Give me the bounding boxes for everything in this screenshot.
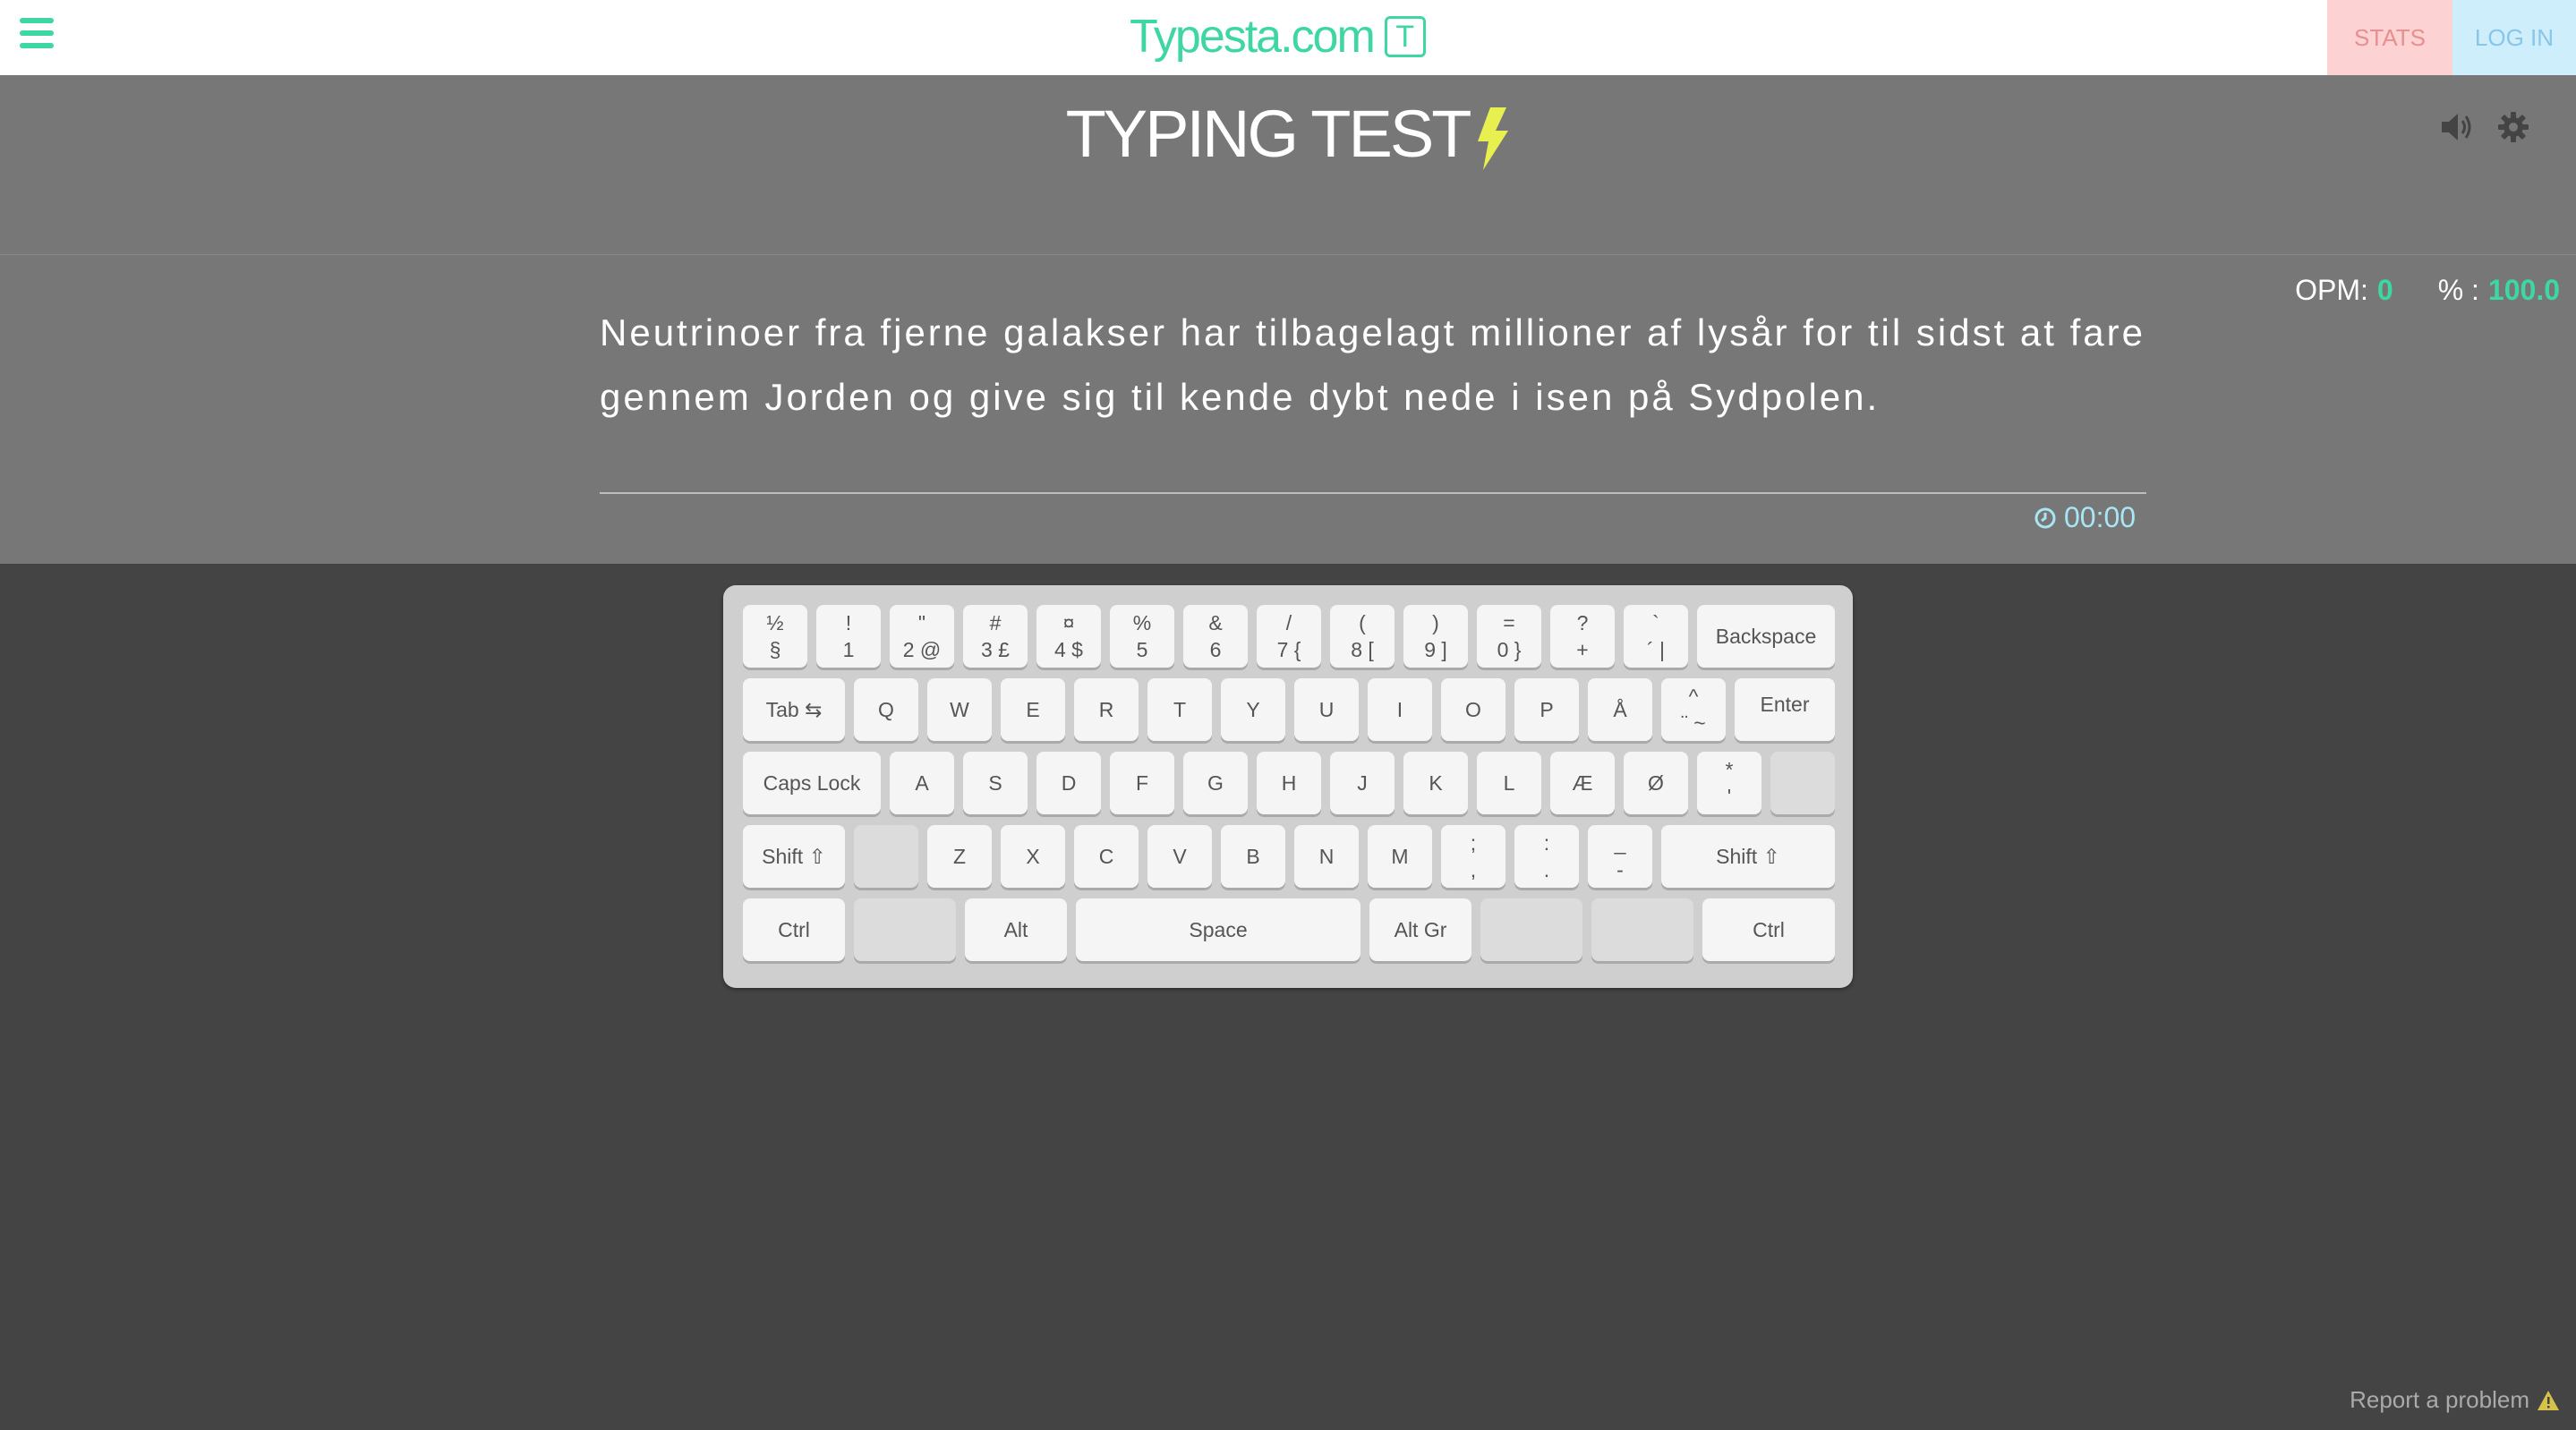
key-blank[interactable] bbox=[1591, 898, 1693, 961]
key-space[interactable]: Space bbox=[1076, 898, 1361, 961]
key-8[interactable]: (8 [ bbox=[1330, 605, 1395, 668]
key-symbol[interactable]: ½ § bbox=[743, 605, 807, 668]
key-x[interactable]: X bbox=[1001, 825, 1065, 888]
stats-readout: OPM: 0 % :100.0 bbox=[2295, 274, 2560, 307]
top-bar: Typesta.com T STATS LOG IN bbox=[0, 0, 2576, 75]
key-m[interactable]: M bbox=[1368, 825, 1432, 888]
key-h[interactable]: H bbox=[1257, 752, 1321, 814]
sound-icon[interactable] bbox=[2440, 111, 2476, 143]
key-ctrl[interactable]: Ctrl bbox=[1702, 898, 1835, 961]
login-button[interactable]: LOG IN bbox=[2452, 0, 2576, 75]
key-b[interactable]: B bbox=[1221, 825, 1285, 888]
key-y[interactable]: Y bbox=[1221, 678, 1285, 741]
key-3[interactable]: #3 £ bbox=[963, 605, 1028, 668]
key-o[interactable]: O bbox=[1441, 678, 1506, 741]
key-æ[interactable]: Æ bbox=[1550, 752, 1615, 814]
key-blank[interactable] bbox=[1480, 898, 1582, 961]
key-blank[interactable] bbox=[1770, 752, 1835, 814]
key-backspace[interactable]: Backspace bbox=[1697, 605, 1835, 668]
report-problem-link[interactable]: Report a problem bbox=[2350, 1386, 2560, 1414]
key-w[interactable]: W bbox=[927, 678, 992, 741]
key-i[interactable]: I bbox=[1368, 678, 1432, 741]
key-symbol[interactable]: * ' bbox=[1697, 752, 1761, 814]
key-å[interactable]: Å bbox=[1588, 678, 1652, 741]
key-blank[interactable] bbox=[854, 898, 956, 961]
key-j[interactable]: J bbox=[1330, 752, 1395, 814]
key-ctrl[interactable]: Ctrl bbox=[743, 898, 845, 961]
key-e[interactable]: E bbox=[1001, 678, 1065, 741]
virtual-keyboard: ½ §! 1 " 2 @ #3 £ ¤ 4 $% 5 & 6/7 {(8 [) 9 ] = 0 }? + ` ´… bbox=[723, 585, 1853, 988]
report-text: Report a problem bbox=[2350, 1386, 2529, 1413]
key-alt[interactable]: Alt bbox=[965, 898, 1067, 961]
key-a[interactable]: A bbox=[890, 752, 954, 814]
page-title: TYPING TEST bbox=[0, 81, 2576, 188]
key-s[interactable]: S bbox=[963, 752, 1028, 814]
key-2[interactable]: " 2 @ bbox=[890, 605, 954, 668]
key-symbol[interactable]: :. bbox=[1514, 825, 1579, 888]
clock-icon bbox=[2034, 507, 2056, 528]
key-symbol[interactable]: ;, bbox=[1441, 825, 1506, 888]
timer-value: 00:00 bbox=[2064, 501, 2137, 533]
stats-button[interactable]: STATS bbox=[2327, 0, 2452, 75]
logo-mark-icon: T bbox=[1384, 16, 1426, 57]
accuracy-value: 100.0 bbox=[2487, 274, 2560, 306]
key-9[interactable]: ) 9 ] bbox=[1403, 605, 1468, 668]
typing-input-line[interactable] bbox=[600, 492, 2146, 494]
lightning-icon bbox=[1478, 107, 1509, 171]
key-symbol[interactable]: ^ ¨ ~ bbox=[1661, 678, 1726, 741]
key-t[interactable]: T bbox=[1147, 678, 1212, 741]
key-0[interactable]: = 0 } bbox=[1477, 605, 1541, 668]
key-caps-lock[interactable]: Caps Lock bbox=[743, 752, 881, 814]
key-p[interactable]: P bbox=[1514, 678, 1579, 741]
typing-passage: Neutrinoer fra fjerne galakser har tilba… bbox=[600, 311, 2145, 418]
key-c[interactable]: C bbox=[1074, 825, 1139, 888]
key-n[interactable]: N bbox=[1294, 825, 1359, 888]
logo-text: Typesta.com bbox=[1130, 11, 1376, 63]
key-alt-gr[interactable]: Alt Gr bbox=[1369, 898, 1471, 961]
key-u[interactable]: U bbox=[1294, 678, 1359, 741]
key-shift[interactable]: Shift ⇧ bbox=[743, 825, 845, 888]
menu-icon[interactable] bbox=[20, 18, 54, 48]
key-r[interactable]: R bbox=[1074, 678, 1139, 741]
warning-icon bbox=[2538, 1390, 2559, 1410]
key-symbol[interactable]: ` ´ | bbox=[1624, 605, 1688, 668]
key-symbol[interactable]: _ - bbox=[1588, 825, 1652, 888]
key-z[interactable]: Z bbox=[927, 825, 992, 888]
key-7[interactable]: /7 { bbox=[1257, 605, 1321, 668]
timer: 00:00 bbox=[2034, 501, 2136, 534]
logo[interactable]: Typesta.com T bbox=[1130, 5, 1426, 68]
key-v[interactable]: V bbox=[1147, 825, 1212, 888]
opm-value: 0 bbox=[2376, 274, 2393, 306]
key-tab[interactable]: Tab ⇆ bbox=[743, 678, 845, 741]
title-text: TYPING TEST bbox=[1065, 97, 1472, 171]
key-ø[interactable]: Ø bbox=[1624, 752, 1688, 814]
key-k[interactable]: K bbox=[1403, 752, 1468, 814]
opm-stat: OPM: 0 bbox=[2295, 274, 2393, 306]
key-1[interactable]: ! 1 bbox=[816, 605, 881, 668]
key-d[interactable]: D bbox=[1036, 752, 1101, 814]
key-5[interactable]: % 5 bbox=[1110, 605, 1174, 668]
key-g[interactable]: G bbox=[1183, 752, 1248, 814]
settings-gear-icon[interactable] bbox=[2497, 111, 2529, 143]
key-q[interactable]: Q bbox=[854, 678, 918, 741]
key-symbol[interactable]: ? + bbox=[1550, 605, 1615, 668]
accuracy-stat: % :100.0 bbox=[2437, 274, 2560, 306]
key-enter[interactable]: Enter bbox=[1735, 678, 1835, 741]
key-4[interactable]: ¤ 4 $ bbox=[1036, 605, 1101, 668]
key-blank[interactable] bbox=[854, 825, 918, 888]
key-6[interactable]: & 6 bbox=[1183, 605, 1248, 668]
key-l[interactable]: L bbox=[1477, 752, 1541, 814]
key-shift[interactable]: Shift ⇧ bbox=[1661, 825, 1835, 888]
key-f[interactable]: F bbox=[1110, 752, 1174, 814]
